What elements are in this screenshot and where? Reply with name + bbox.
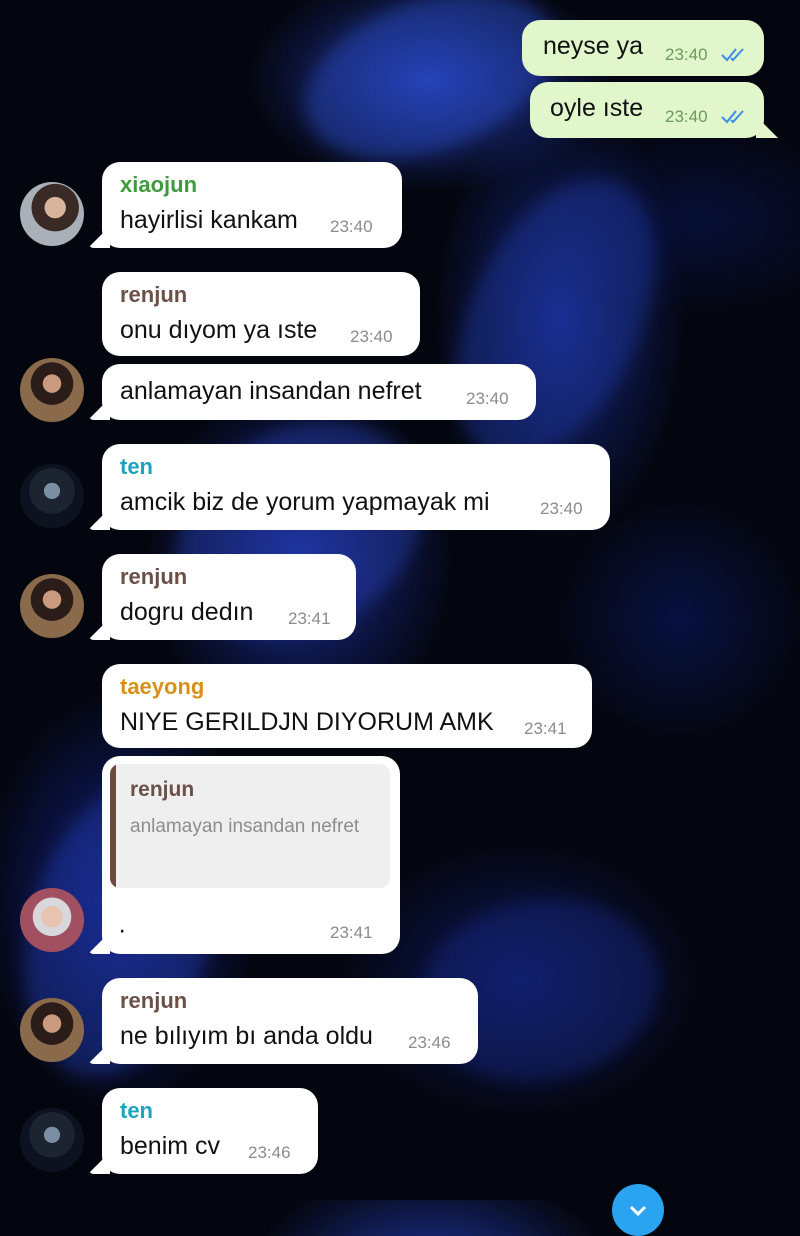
quoted-sender: renjun xyxy=(130,778,195,801)
bubble-tail xyxy=(88,1152,110,1174)
avatar-taeyong[interactable] xyxy=(20,888,84,952)
quoted-text: anlamayan insandan nefret xyxy=(130,816,360,837)
message-time: 23:40 xyxy=(350,327,393,346)
sender-name: renjun xyxy=(120,564,188,589)
message-text: anlamayan insandan nefret xyxy=(120,377,422,405)
incoming-message[interactable]: anlamayan insandan nefret 23:40 xyxy=(88,364,536,420)
sender-name: taeyong xyxy=(120,674,205,699)
avatar-renjun[interactable] xyxy=(20,998,84,1062)
quoted-message[interactable]: renjun anlamayan insandan nefret xyxy=(110,764,390,888)
sender-name: renjun xyxy=(120,282,188,307)
chevron-down-icon xyxy=(629,1205,647,1217)
message-time: 23:46 xyxy=(248,1143,291,1162)
background-petal xyxy=(414,148,696,492)
message-text: onu dıyom ya ıste xyxy=(120,316,318,344)
avatar-renjun[interactable] xyxy=(20,574,84,638)
incoming-message[interactable]: renjun dogru dedın 23:41 xyxy=(88,554,356,640)
message-text: amcik biz de yorum yapmayak mi xyxy=(120,488,490,516)
message-time: 23:41 xyxy=(524,719,567,738)
sender-name: ten xyxy=(120,454,153,479)
avatar-ten[interactable] xyxy=(20,464,84,528)
avatar-renjun[interactable] xyxy=(20,358,84,422)
scroll-down-button[interactable] xyxy=(612,1184,664,1236)
incoming-message[interactable]: ten benim cv 23:46 xyxy=(88,1088,318,1174)
incoming-reply-message[interactable]: renjun anlamayan insandan nefret · 23:41 xyxy=(88,756,400,954)
bubble-tail xyxy=(88,932,110,954)
outgoing-message[interactable]: neyse ya 23:40 xyxy=(522,20,764,76)
avatar-ten[interactable] xyxy=(20,1108,84,1172)
incoming-message[interactable]: taeyong NIYE GERILDJN DIYORUM AMK 23:41 xyxy=(102,664,592,748)
incoming-message[interactable]: xiaojun hayirlisi kankam 23:40 xyxy=(88,162,402,248)
outgoing-message[interactable]: oyle ıste 23:40 xyxy=(530,82,778,138)
message-time: 23:40 xyxy=(665,45,708,64)
message-text: NIYE GERILDJN DIYORUM AMK xyxy=(120,708,494,736)
sender-name: renjun xyxy=(120,988,188,1013)
message-time: 23:46 xyxy=(408,1033,451,1052)
bubble-tail xyxy=(88,508,110,530)
bubble-tail xyxy=(756,116,778,138)
message-text: ne bılıyım bı anda oldu xyxy=(120,1022,373,1050)
message-time: 23:41 xyxy=(288,609,331,628)
bubble-tail xyxy=(88,618,110,640)
quote-bar xyxy=(110,764,116,888)
incoming-message[interactable]: ten amcik biz de yorum yapmayak mi 23:40 xyxy=(88,444,610,530)
message-text: hayirlisi kankam xyxy=(120,206,298,234)
message-time: 23:41 xyxy=(330,923,373,942)
bubble-tail xyxy=(88,1042,110,1064)
incoming-message[interactable]: renjun onu dıyom ya ıste 23:40 xyxy=(102,272,420,356)
message-time: 23:40 xyxy=(466,389,509,408)
double-check-icon xyxy=(721,48,744,62)
message-time: 23:40 xyxy=(540,499,583,518)
message-text: oyle ıste xyxy=(550,94,644,122)
message-text: · xyxy=(118,916,127,944)
bubble-tail xyxy=(88,226,110,248)
sender-name: ten xyxy=(120,1098,153,1123)
message-text: neyse ya xyxy=(543,32,644,60)
bubble-tail xyxy=(88,398,110,420)
sender-name: xiaojun xyxy=(120,172,198,197)
incoming-message[interactable]: renjun ne bılıyım bı anda oldu 23:46 xyxy=(88,978,478,1064)
avatar-xiaojun[interactable] xyxy=(20,182,84,246)
message-time: 23:40 xyxy=(330,217,373,236)
message-time: 23:40 xyxy=(665,107,708,126)
double-check-icon xyxy=(721,110,744,124)
message-text: benim cv xyxy=(120,1132,221,1160)
message-text: dogru dedın xyxy=(120,598,254,626)
